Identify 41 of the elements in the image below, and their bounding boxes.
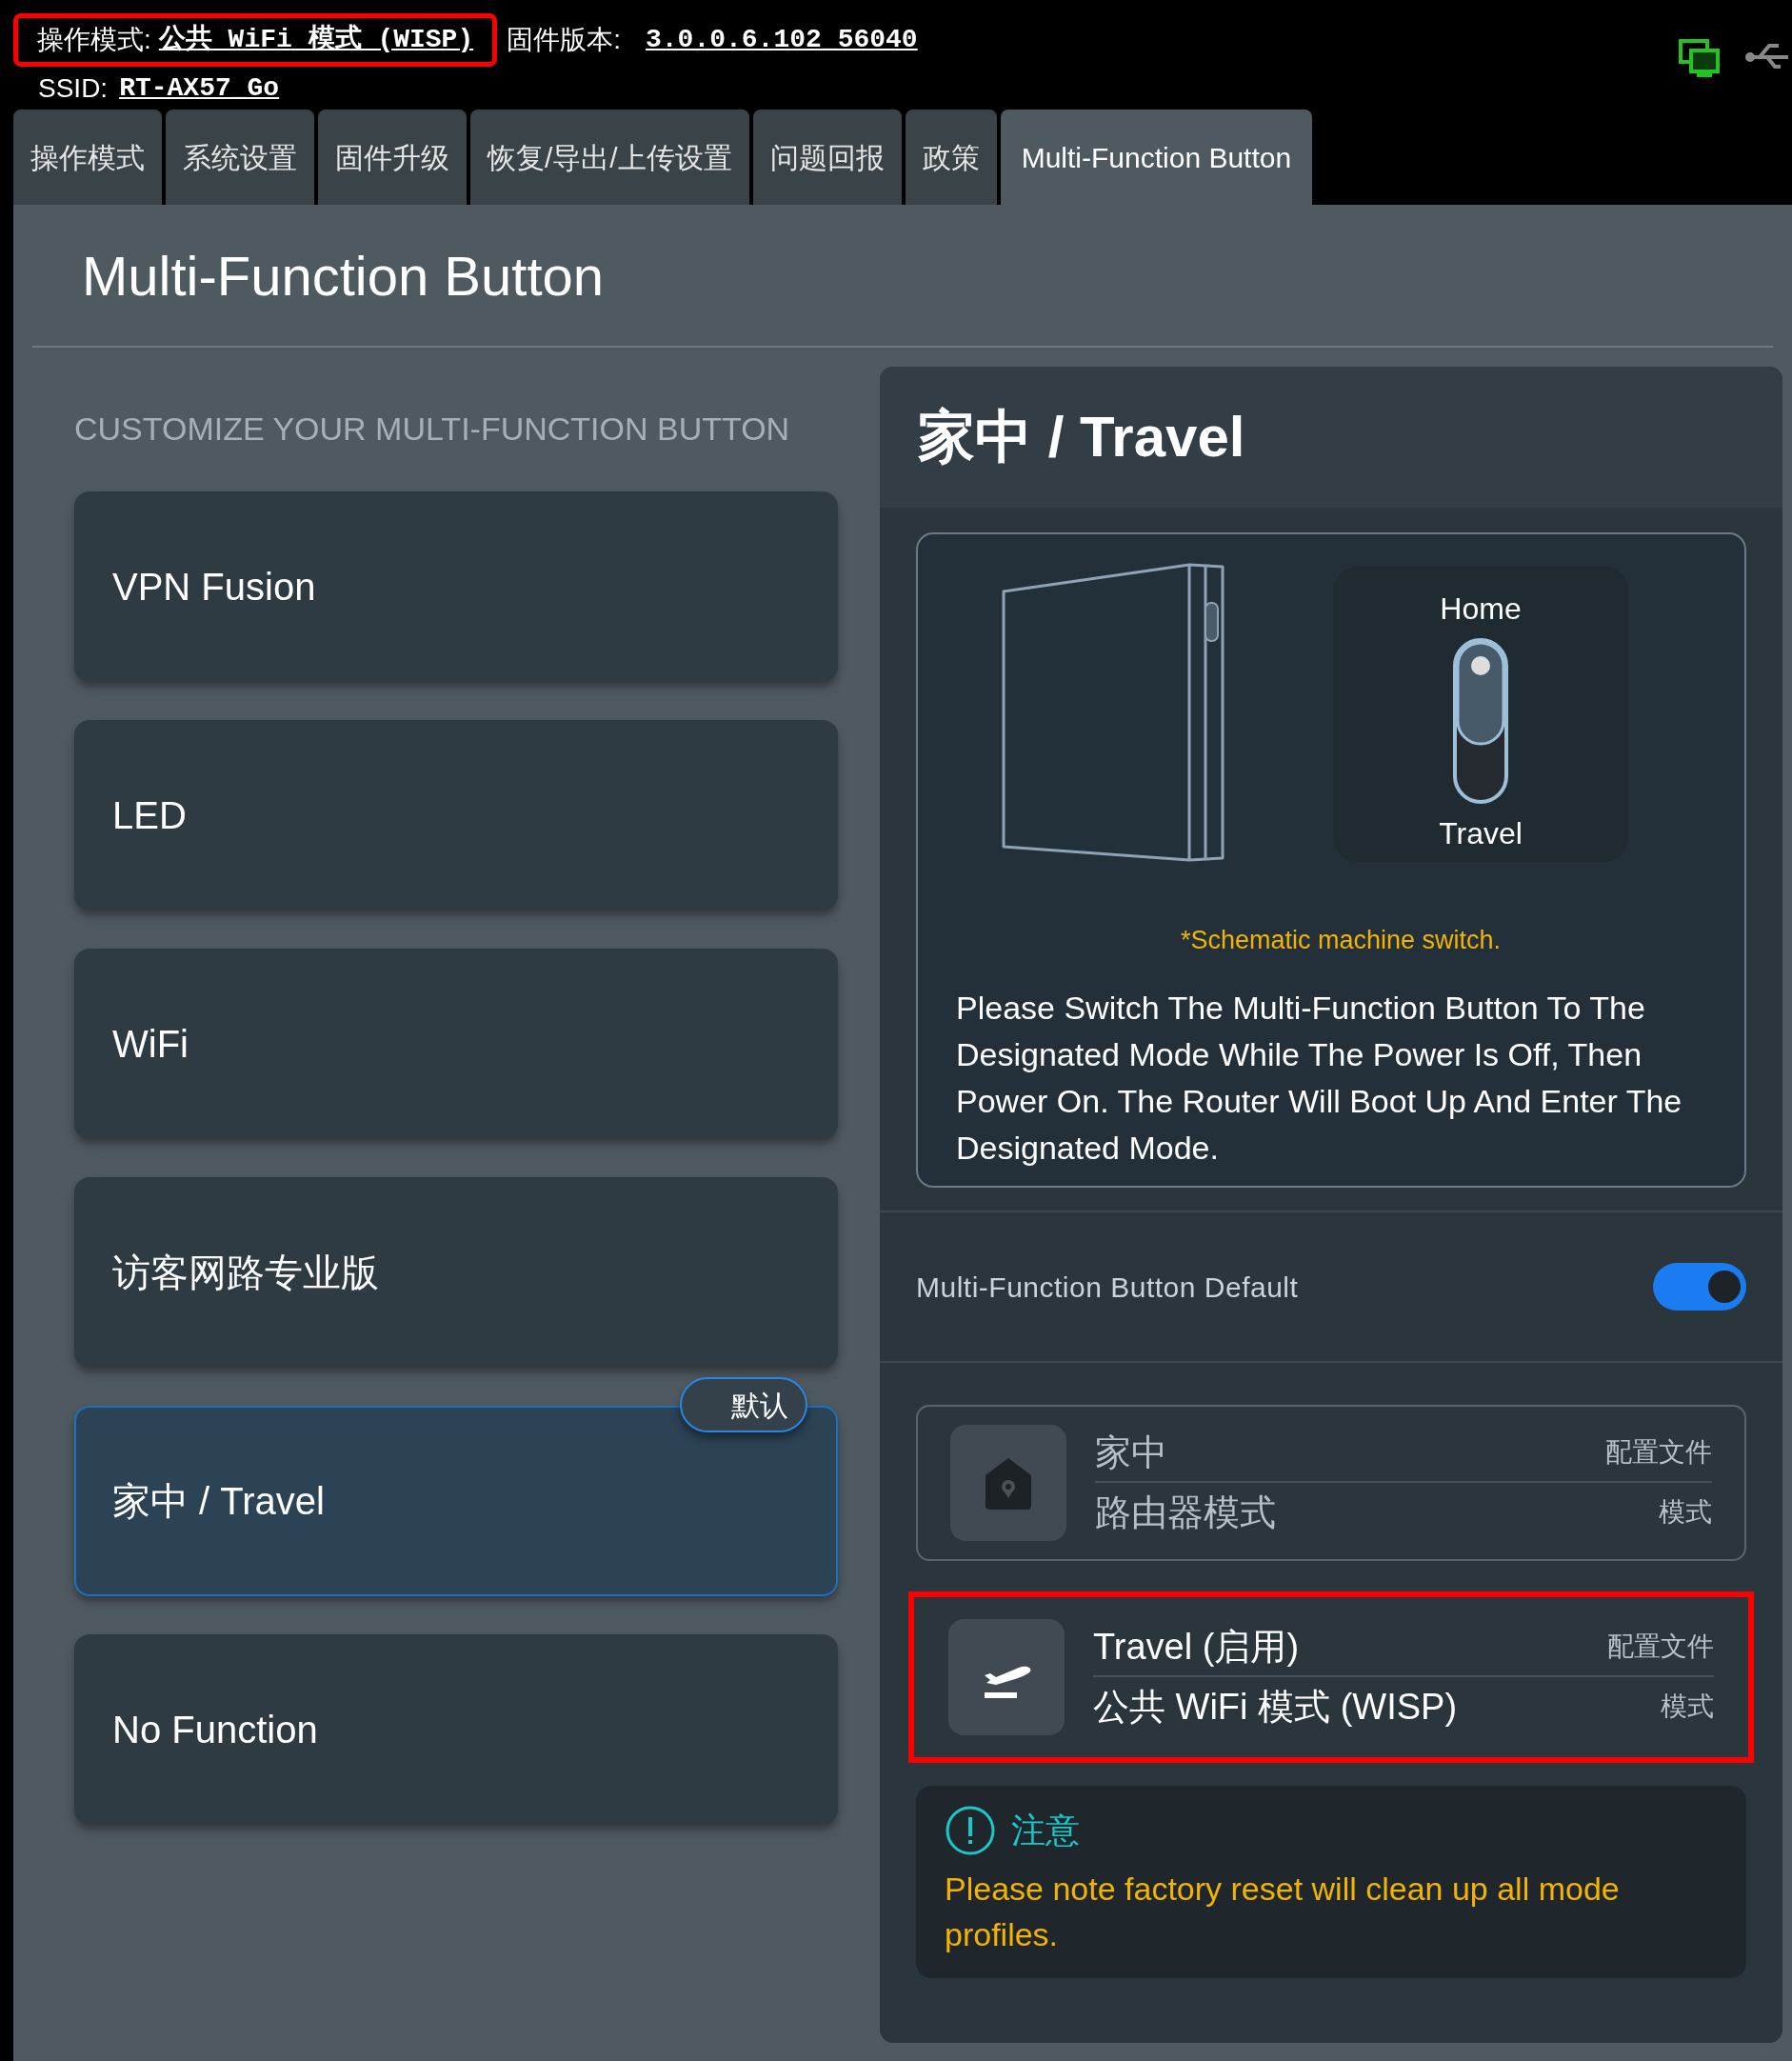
page-title: Multi-Function Button: [82, 243, 605, 309]
profile-name: 家中: [1095, 1431, 1167, 1474]
tab[interactable]: 政策: [905, 110, 997, 205]
mode-label: 操作模式:: [37, 24, 151, 56]
illustration-caption: *Schematic machine switch.: [1179, 925, 1503, 956]
alert-icon: [945, 1805, 996, 1856]
toggle-label: Multi-Function Button Default: [916, 1270, 1299, 1305]
home-label: Home: [1440, 590, 1522, 628]
profile-tag: 配置文件: [1605, 1432, 1712, 1472]
function-card[interactable]: VPN Fusion: [74, 491, 838, 682]
ssid-link[interactable]: RT-AX57_Go: [119, 69, 280, 109]
profile-mode: 路由器模式: [1095, 1491, 1276, 1534]
mode-link[interactable]: 公共 WiFi 模式 (WISP): [158, 20, 474, 60]
default-badge: 默认: [680, 1377, 807, 1432]
mode-tag: 模式: [1659, 1492, 1712, 1532]
function-card[interactable]: No Function: [74, 1634, 838, 1825]
profile-tag: 配置文件: [1607, 1627, 1714, 1667]
tab[interactable]: 系统设置: [166, 110, 314, 205]
profile-card[interactable]: 家中 配置文件 路由器模式 模式: [916, 1405, 1746, 1561]
tab[interactable]: 操作模式: [13, 110, 162, 205]
tab[interactable]: 恢复/导出/上传设置: [470, 110, 749, 205]
firmware-link[interactable]: 3.0.0.6.102_56040: [646, 20, 918, 60]
notice-title: 注意: [1011, 1810, 1080, 1851]
ssid-label: SSID:: [38, 72, 109, 105]
panel-title: 家中 / Travel: [918, 404, 1245, 470]
instructions-text: Please Switch The Multi-Function Button To The Designated Mode While The Power Is Off, Then Power On. The Router Will Boot Up And Enter The Designated Mode.: [955, 988, 1683, 1168]
tab[interactable]: Multi-Function Button: [1000, 110, 1313, 205]
function-card[interactable]: WiFi: [74, 949, 838, 1139]
default-toggle[interactable]: [1653, 1263, 1746, 1311]
section-heading: CUSTOMIZE YOUR MULTI-FUNCTION BUTTON: [74, 410, 791, 449]
profile-mode: 公共 WiFi 模式 (WISP): [1093, 1685, 1458, 1729]
monitors-icon[interactable]: [1678, 38, 1722, 80]
profile-name: Travel (启用): [1093, 1625, 1300, 1669]
travel-label: Travel: [1439, 815, 1523, 852]
tab[interactable]: 问题回报: [752, 110, 902, 205]
function-card[interactable]: 访客网路专业版: [74, 1177, 838, 1368]
mode-tag: 模式: [1661, 1687, 1714, 1727]
function-card[interactable]: LED: [74, 720, 838, 910]
tab[interactable]: 固件升级: [318, 110, 467, 205]
notice-text: Please note factory reset will clean up all mode profiles.: [945, 1870, 1621, 1954]
firmware-label: 固件版本:: [507, 24, 621, 56]
